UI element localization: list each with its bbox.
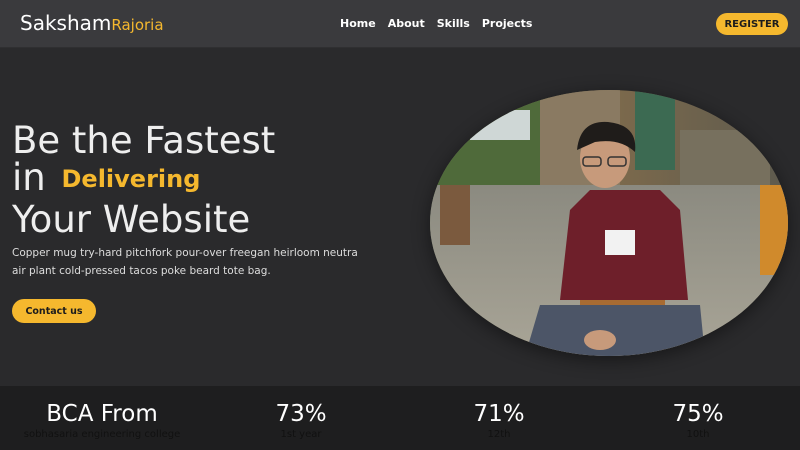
stat-degree-caption: sobhasaria engineering college [23,429,181,440]
register-button[interactable]: REGISTER [716,13,788,35]
stat-tenth-caption: 10th [686,429,710,440]
profile-photo-illustration [430,90,788,356]
stat-twelfth-caption: 12th [487,429,511,440]
stat-first-year-caption: 1st year [280,429,322,440]
hero-line-2-prefix: in [12,156,46,199]
stat-degree-value: BCA From [46,401,158,427]
stat-first-year: 73% 1st year [236,400,366,441]
nav-skills-link[interactable]: Skills [437,16,470,32]
stat-tenth: 75% 10th [633,400,763,441]
logo-first-name: Saksham [20,11,112,35]
stat-twelfth: 71% 12th [434,400,564,441]
stat-tenth-value: 75% [672,401,724,427]
hero-line-3: Your Website [12,198,251,241]
stat-degree: BCA From sobhasaria engineering college [18,400,186,441]
site-logo[interactable]: SakshamRajoria [20,11,164,37]
contact-us-button[interactable]: Contact us [12,299,96,323]
nav-about-link[interactable]: About [388,16,425,32]
nav-menu: Home About Skills Projects [340,16,532,32]
profile-photo [430,90,788,356]
stat-twelfth-value: 71% [473,401,525,427]
hero-description: Copper mug try-hard pitchfork pour-over … [12,247,358,277]
navbar: SakshamRajoria Home About Skills Project… [0,0,800,48]
hero-accent-word: Delivering [61,165,201,193]
hero-title: Be the Fastest in Delivering Your Websit… [12,122,275,238]
stat-first-year-value: 73% [275,401,327,427]
stats-bar: BCA From sobhasaria engineering college … [0,386,800,450]
logo-last-name: Rajoria [111,16,164,34]
nav-home-link[interactable]: Home [340,16,376,32]
nav-projects-link[interactable]: Projects [482,16,533,32]
hero-line-1: Be the Fastest [12,119,276,162]
